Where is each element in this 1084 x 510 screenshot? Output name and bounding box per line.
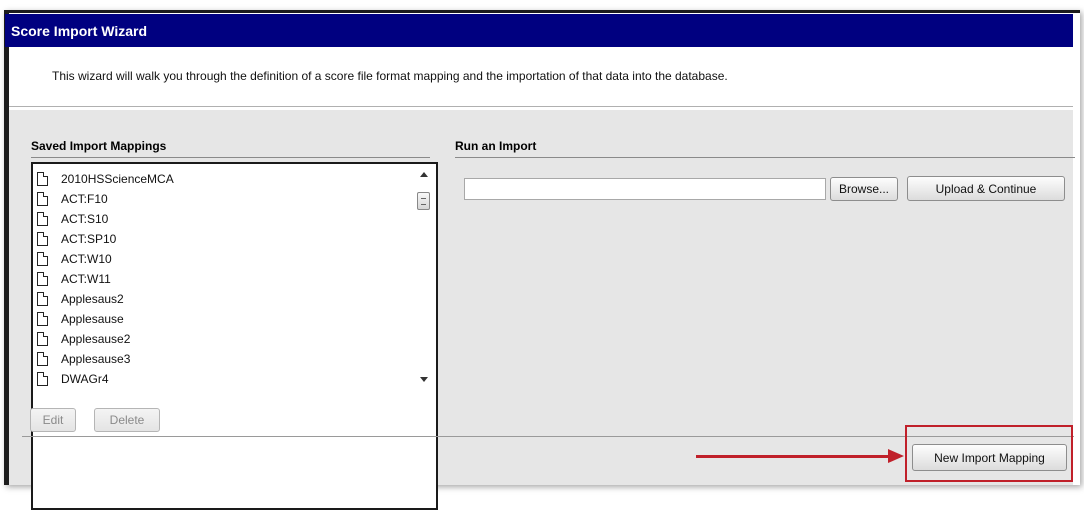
delete-button[interactable]: Delete	[94, 408, 160, 432]
document-icon	[37, 372, 48, 386]
list-items: 2010HSScienceMCA ACT:F10 ACT:S10 ACT:SP10 AC…	[37, 169, 407, 389]
list-item-label: DWAGr4	[61, 372, 109, 386]
scroll-thumb[interactable]	[417, 192, 430, 210]
list-item[interactable]: ACT:W10	[37, 249, 407, 269]
saved-mappings-list[interactable]: 2010HSScienceMCA ACT:F10 ACT:S10 ACT:SP10 AC…	[31, 162, 438, 510]
title-bar: Score Import Wizard	[5, 14, 1073, 47]
document-icon	[37, 252, 48, 266]
document-icon	[37, 312, 48, 326]
list-item-label: ACT:S10	[61, 212, 109, 226]
list-item[interactable]: Applesaus2	[37, 289, 407, 309]
scroll-down-icon[interactable]	[420, 377, 428, 382]
list-item[interactable]: Applesause2	[37, 329, 407, 349]
list-item-label: Applesaus2	[61, 292, 124, 306]
list-item[interactable]: Applesause3	[37, 349, 407, 369]
list-item[interactable]: ACT:F10	[37, 189, 407, 209]
list-scrollbar[interactable]	[417, 168, 434, 386]
edit-button[interactable]: Edit	[30, 408, 76, 432]
list-item[interactable]: ACT:SP10	[37, 229, 407, 249]
list-item-label: ACT:W10	[61, 252, 112, 266]
annotation-arrow-icon	[888, 449, 904, 463]
file-path-input[interactable]	[464, 178, 826, 200]
document-icon	[37, 172, 48, 186]
run-import-header: Run an Import	[455, 139, 1075, 158]
new-import-mapping-button[interactable]: New Import Mapping	[912, 444, 1067, 471]
window-title: Score Import Wizard	[11, 22, 148, 39]
document-icon	[37, 192, 48, 206]
list-item-label: Applesause3	[61, 352, 131, 366]
list-item-label: 2010HSScienceMCA	[61, 172, 174, 186]
list-item-label: ACT:F10	[61, 192, 108, 206]
document-icon	[37, 272, 48, 286]
list-item-label: ACT:SP10	[61, 232, 117, 246]
list-item[interactable]: ACT:W11	[37, 269, 407, 289]
annotation-arrow-line	[696, 455, 892, 458]
list-item[interactable]: DWAGr4	[37, 369, 407, 389]
list-item-label: Applesause2	[61, 332, 131, 346]
upload-continue-button[interactable]: Upload & Continue	[907, 176, 1065, 201]
list-item-label: ACT:W11	[61, 272, 111, 286]
list-item[interactable]: ACT:S10	[37, 209, 407, 229]
browse-button[interactable]: Browse...	[830, 177, 898, 201]
document-icon	[37, 332, 48, 346]
scroll-up-icon[interactable]	[420, 172, 428, 177]
document-icon	[37, 352, 48, 366]
document-icon	[37, 292, 48, 306]
list-item-label: Applesause	[61, 312, 124, 326]
saved-mappings-header: Saved Import Mappings	[31, 139, 430, 158]
document-icon	[37, 212, 48, 226]
intro-panel: This wizard will walk you through the de…	[9, 47, 1073, 107]
intro-text: This wizard will walk you through the de…	[52, 69, 728, 83]
list-item[interactable]: 2010HSScienceMCA	[37, 169, 407, 189]
list-item[interactable]: Applesause	[37, 309, 407, 329]
document-icon	[37, 232, 48, 246]
